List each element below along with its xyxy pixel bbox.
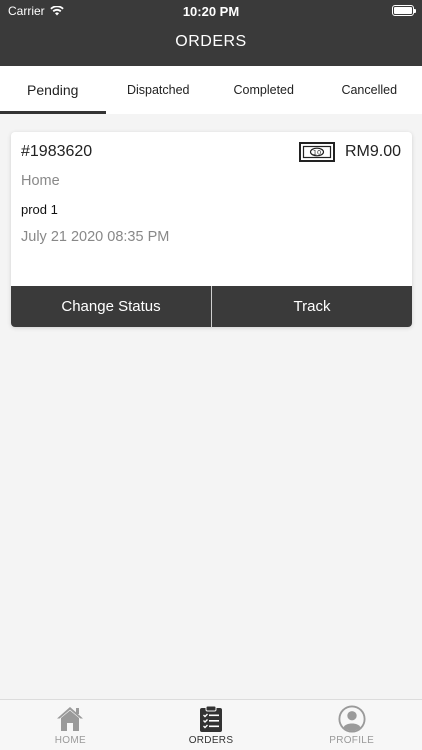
bottom-nav-home[interactable]: HOME: [0, 700, 141, 750]
header: Carrier 10:20 PM ORDERS: [0, 0, 422, 66]
battery-icon: [392, 5, 416, 16]
order-date: July 21 2020 08:35 PM: [21, 229, 170, 245]
change-status-button[interactable]: Change Status: [11, 286, 211, 327]
order-product: prod 1: [21, 202, 58, 217]
tab-dispatched[interactable]: Dispatched: [106, 66, 212, 114]
order-price: RM9.00: [344, 143, 401, 160]
cash-note-value: 10: [313, 148, 321, 156]
bottom-nav-profile-label: PROFILE: [329, 735, 375, 746]
order-status-tabs: Pending Dispatched Completed Cancelled: [0, 66, 422, 114]
home-icon: [57, 707, 84, 731]
clipboard-checklist-icon: [200, 705, 222, 732]
track-button[interactable]: Track: [212, 286, 412, 327]
page-title: ORDERS: [175, 33, 247, 50]
bottom-tab-bar: HOME ORDERS PROFILE: [0, 699, 422, 750]
tab-pending[interactable]: Pending: [0, 66, 106, 114]
order-price-group: 10 RM9.00: [298, 142, 401, 162]
bottom-nav-orders[interactable]: ORDERS: [141, 700, 282, 750]
bottom-nav-home-label: HOME: [54, 735, 86, 746]
order-location: Home: [21, 173, 60, 189]
order-card[interactable]: #1983620 10 RM9.00 Home prod 1 July 21 2…: [11, 132, 412, 327]
bottom-nav-profile[interactable]: PROFILE: [281, 700, 422, 750]
cash-icon: 10: [298, 142, 335, 162]
tab-cancelled[interactable]: Cancelled: [317, 66, 422, 114]
tab-completed[interactable]: Completed: [211, 66, 317, 114]
bottom-nav-orders-label: ORDERS: [188, 735, 234, 746]
app-root: Carrier 10:20 PM ORDERS Pending Dispatch…: [0, 0, 422, 750]
order-actions: Change Status Track: [11, 286, 412, 327]
user-icon: [338, 705, 366, 733]
status-bar: Carrier 10:20 PM: [0, 0, 422, 22]
status-time: 10:20 PM: [182, 4, 240, 19]
order-id: #1983620: [21, 143, 93, 160]
